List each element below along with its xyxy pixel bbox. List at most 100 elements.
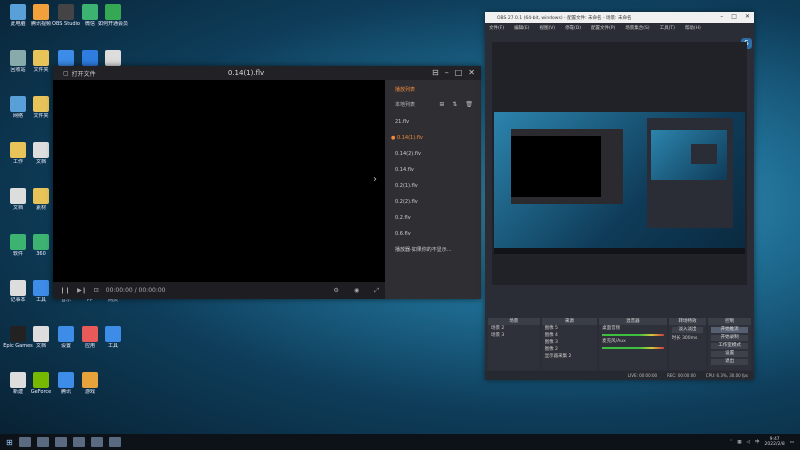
playlist-item[interactable]: 0.2(2).flv <box>395 194 481 210</box>
playlist-item[interactable]: 0.14.flv <box>395 162 481 178</box>
playlist-item[interactable]: ● 0.14(1).flv <box>391 130 481 146</box>
edge-icon[interactable] <box>54 437 67 447</box>
obs-titlebar: OBS 27.0.1 (64-bit, windows) - 配置文件: 未命名… <box>485 12 754 23</box>
video-player-window: ▢ 打开文件 0.14(1).flv ⊟ – □ ✕ › ❙❙ ▶❙ ⊡ 00:… <box>53 66 481 299</box>
volume-meter[interactable] <box>602 334 664 336</box>
captured-obs <box>647 118 733 228</box>
close-icon[interactable]: ✕ <box>745 13 750 20</box>
obs-statusbar: LIVE: 00:00:00 REC: 00:00:00 CPU: 6.3%, … <box>485 371 754 380</box>
taskbar: ⊞ ˄ ▦ ◁ 中 9:47 2022/2/8 ▭ <box>0 434 800 450</box>
scene-item[interactable]: 场景 2 <box>488 325 540 332</box>
obs-menu-item[interactable]: 帮助(H) <box>685 25 701 31</box>
app-icon <box>82 372 98 388</box>
clock[interactable]: 9:47 2022/2/8 <box>765 437 785 447</box>
delete-icon[interactable]: 🗑 <box>465 101 473 108</box>
player-titlebar: ▢ 打开文件 0.14(1).flv ⊟ – □ ✕ <box>53 66 481 80</box>
transitions-dock: 转场特效 淡入淡出 时长 300ms <box>668 318 707 370</box>
system-tray: ˄ ▦ ◁ 中 9:47 2022/2/8 ▭ <box>730 437 794 447</box>
task-view-icon[interactable] <box>36 437 49 447</box>
playlist-item[interactable]: 0.14(2).flv <box>395 146 481 162</box>
desktop-icon-label: 如何开通会员 <box>97 21 128 27</box>
desktop-icon[interactable]: 游戏 <box>70 372 110 395</box>
fullscreen-icon[interactable]: ⤢ <box>374 287 379 295</box>
sort-icon[interactable]: ⇅ <box>452 101 457 108</box>
app-icon <box>105 326 121 342</box>
obs-menu-item[interactable]: 文件(F) <box>489 25 504 31</box>
start-recording-button[interactable]: 开始录制 <box>711 335 748 341</box>
obs-menubar: 文件(F) 编辑(E) 视图(V) 停靠(D) 配置文件(P) 场景集合(S) 工具(T) 帮… <box>485 23 754 32</box>
playlist-panel: 播放列表 本地列表 ⊞ ⇅ 🗑 21.flv ● 0.14(1).flv 0.14(… <box>385 80 481 299</box>
captured-player <box>511 129 623 204</box>
desktop-icon[interactable]: 如何开通会员 <box>93 4 133 27</box>
settings-button[interactable]: 设置 <box>711 351 748 357</box>
obs-window-controls: – □ ✕ <box>720 13 750 20</box>
obs-preview[interactable] <box>492 42 747 285</box>
tray-up-icon[interactable]: ˄ <box>730 440 732 445</box>
pause-icon[interactable]: ❙❙ <box>60 287 70 294</box>
obs-menu-item[interactable]: 编辑(E) <box>514 25 529 31</box>
time-display: 00:00:00 / 00:00:00 <box>105 287 166 294</box>
next-icon[interactable]: ▶❙ <box>77 287 87 294</box>
player-window-controls: ⊟ – □ ✕ <box>432 68 475 77</box>
source-item[interactable]: 图像 4 <box>542 332 598 339</box>
source-item[interactable]: 图像 5 <box>542 325 598 332</box>
obs-docks: 场景 场景 2 场景 3 来源 图像 5 图像 4 图像 3 图像 2 显示器采… <box>485 318 754 370</box>
source-item[interactable]: 图像 3 <box>542 339 598 346</box>
settings-icon[interactable]: ⚙ <box>334 287 339 295</box>
desktop-icon-label: 工具 <box>107 343 118 349</box>
input-language[interactable]: 中 <box>755 439 760 445</box>
transition-select[interactable]: 淡入淡出 <box>671 327 704 333</box>
minimize-icon[interactable]: – <box>445 68 449 77</box>
wechat-taskbar-icon[interactable] <box>108 437 121 447</box>
desktop-icon-label: 游戏 <box>84 389 95 395</box>
playlist-subheader: 本地列表 ⊞ ⇅ 🗑 <box>395 101 473 108</box>
captured-desktop <box>494 112 745 254</box>
controls-dock: 控制 开始推流 开始录制 工作室模式 设置 退出 <box>708 318 751 370</box>
desktop-icon[interactable]: 工具 <box>93 326 133 349</box>
windows-start-icon[interactable]: ⊞ <box>6 438 13 447</box>
captured-taskbar <box>494 248 745 254</box>
video-area[interactable] <box>53 80 385 282</box>
app-icon <box>105 4 121 20</box>
playlist-item[interactable]: 播放器-如果你的不显示... <box>395 242 481 258</box>
playlist-toggle-icon[interactable]: ⊟ <box>432 68 439 77</box>
explorer-icon[interactable] <box>72 437 85 447</box>
notification-icon[interactable]: ▭ <box>790 440 794 445</box>
scenes-dock: 场景 场景 2 场景 3 <box>488 318 540 370</box>
obs-menu-item[interactable]: 场景集合(S) <box>625 25 649 31</box>
obs-taskbar-icon[interactable] <box>90 437 103 447</box>
obs-menu-item[interactable]: 工具(T) <box>660 25 675 31</box>
obs-menu-item[interactable]: 停靠(D) <box>565 25 581 31</box>
search-icon[interactable] <box>18 437 31 447</box>
obs-menu-item[interactable]: 配置文件(P) <box>591 25 615 31</box>
volume-meter[interactable] <box>602 347 664 349</box>
obs-menu-item[interactable]: 视图(V) <box>539 25 555 31</box>
chevron-right-icon[interactable]: › <box>373 174 377 185</box>
playlist-item[interactable]: 0.6.flv <box>395 226 481 242</box>
playlist-tab[interactable]: 播放列表 <box>395 86 481 93</box>
exit-button[interactable]: 退出 <box>711 359 748 365</box>
source-item[interactable]: 图像 2 <box>542 346 598 353</box>
subtitle-icon[interactable]: ⊡ <box>94 287 99 294</box>
app-icon <box>105 50 121 66</box>
playlist-item[interactable]: 0.2.flv <box>395 210 481 226</box>
maximize-icon[interactable]: □ <box>731 13 737 20</box>
volume-tray-icon[interactable]: ◁ <box>747 440 750 445</box>
mixer-track: 麦克风/Aux <box>602 339 626 344</box>
close-icon[interactable]: ✕ <box>468 68 475 77</box>
player-controls: ❙❙ ▶❙ ⊡ 00:00:00 / 00:00:00 ⚙ ◉ ⤢ <box>53 282 385 299</box>
add-icon[interactable]: ⊞ <box>439 101 444 108</box>
playlist-item[interactable]: 0.2(1).flv <box>395 178 481 194</box>
playlist-item[interactable]: 21.flv <box>395 114 481 130</box>
obs-title: OBS 27.0.1 (64-bit, windows) - 配置文件: 未命名… <box>497 15 632 21</box>
duration-input[interactable]: 300ms <box>682 336 697 341</box>
obs-window: OBS 27.0.1 (64-bit, windows) - 配置文件: 未命名… <box>485 12 754 380</box>
start-streaming-button[interactable]: 开始推流 <box>711 327 748 333</box>
studio-mode-button[interactable]: 工作室模式 <box>711 343 748 349</box>
source-item[interactable]: 显示器采集 2 <box>542 353 598 360</box>
network-icon[interactable]: ▦ <box>737 440 741 445</box>
volume-icon[interactable]: ◉ <box>354 287 359 295</box>
minimize-icon[interactable]: – <box>720 13 723 20</box>
scene-item[interactable]: 场景 3 <box>488 332 540 339</box>
maximize-icon[interactable]: □ <box>455 68 463 77</box>
